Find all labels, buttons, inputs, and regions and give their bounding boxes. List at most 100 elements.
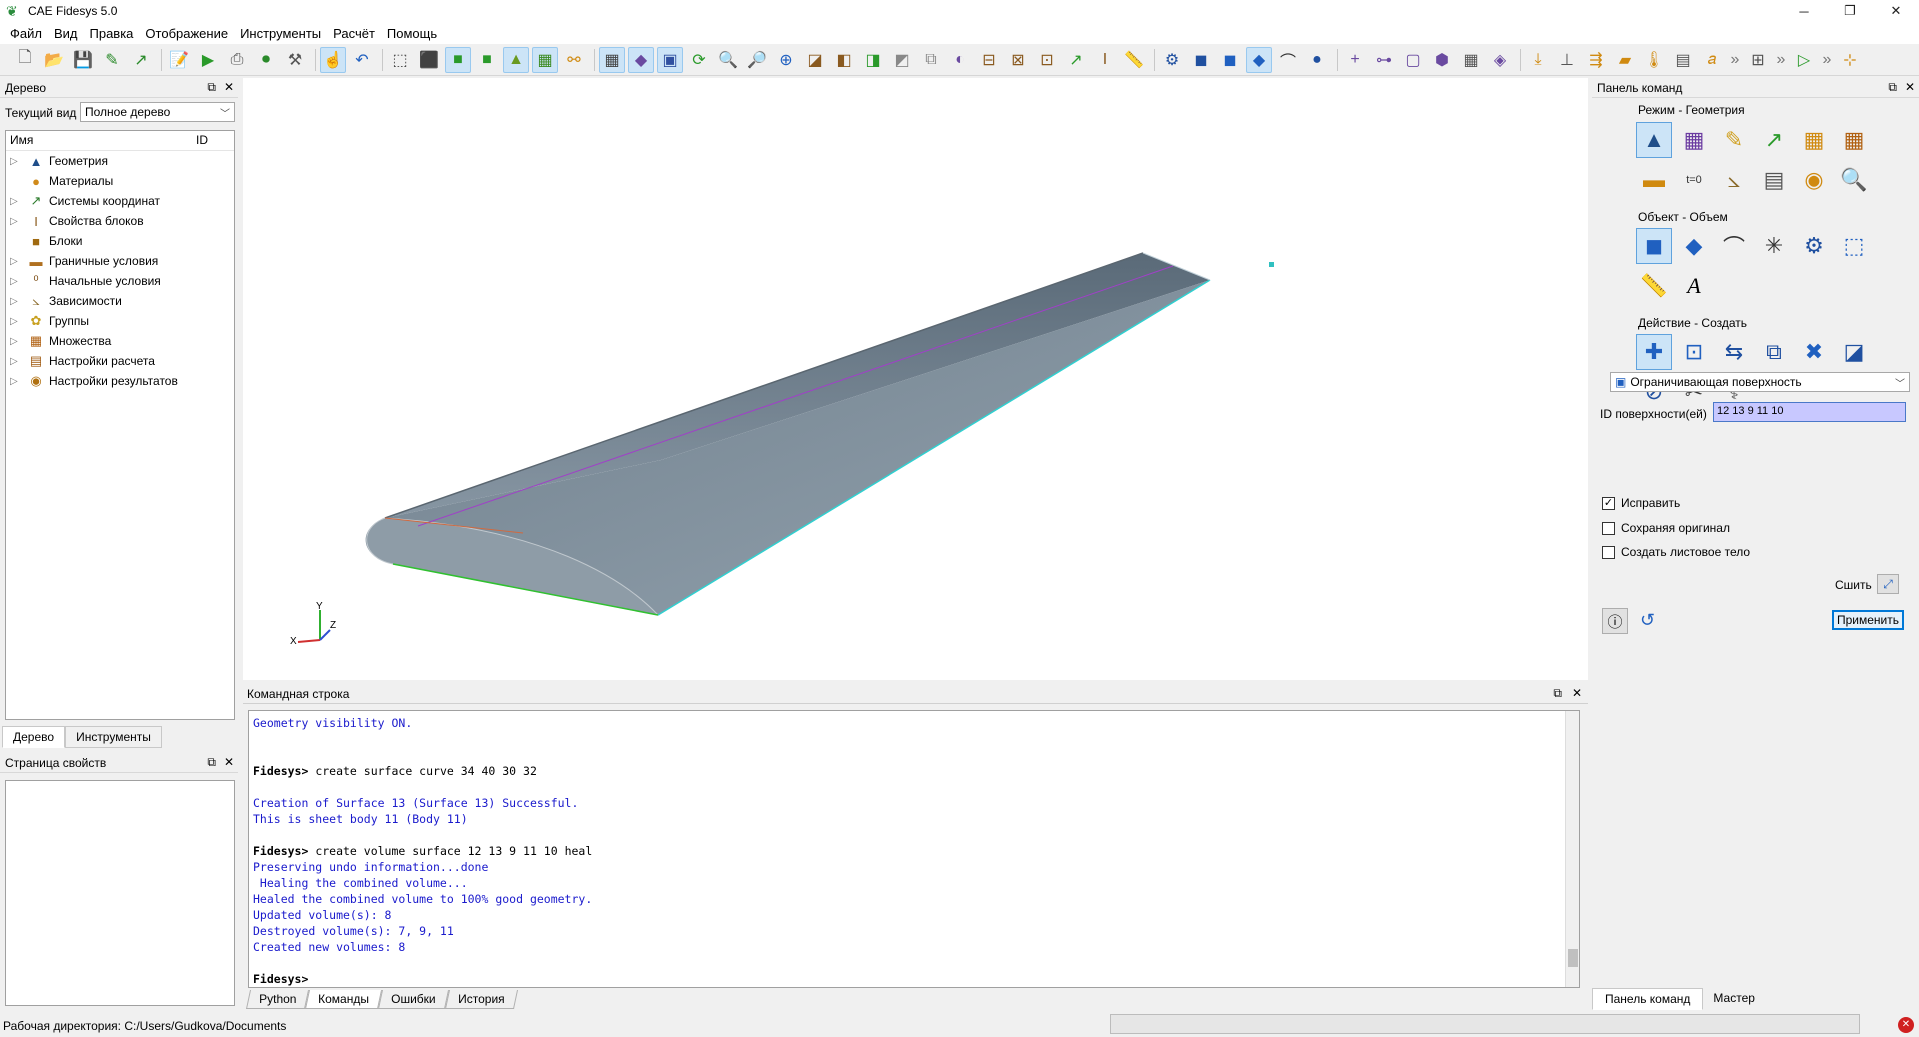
float-icon[interactable]: ⧉ [207, 755, 216, 770]
temperature-icon[interactable]: 🌡 [1641, 47, 1667, 73]
keep-original-checkbox[interactable]: Сохраняя оригинал [1602, 521, 1730, 535]
zoom-in-icon[interactable]: 🔍 [715, 47, 741, 73]
save-as-icon[interactable]: ✎ [99, 47, 125, 73]
edge-icon[interactable]: ⊶ [1371, 47, 1397, 73]
element-icon[interactable]: ⬢ [1429, 47, 1455, 73]
tree-item[interactable]: ▷ ⁰ Начальные условия [6, 271, 234, 291]
reset-icon[interactable]: ↺ [1640, 610, 1655, 631]
minimize-button[interactable]: ─ [1781, 0, 1827, 22]
text-object-icon[interactable]: A [1676, 268, 1712, 304]
open-file-icon[interactable]: 📂 [41, 47, 67, 73]
tree-item[interactable]: ● Материалы [6, 171, 234, 191]
current-view-select[interactable]: Полное дерево ﹀ [80, 102, 235, 122]
create-icon[interactable]: ✚ [1636, 334, 1672, 370]
expand-arrow-icon[interactable]: ▷ [10, 216, 22, 227]
tools-icon[interactable]: ⚒ [282, 47, 308, 73]
delete-icon[interactable]: ✖ [1796, 334, 1832, 370]
expand-arrow-icon[interactable]: ▷ [10, 376, 22, 387]
side-view-icon[interactable]: ◩ [889, 47, 915, 73]
shaded-cube-icon[interactable]: ■ [445, 46, 471, 73]
column-name[interactable]: Имя [10, 133, 33, 148]
tree-view[interactable]: Имя ID ▷ ▲ Геометрия ● Материалы ▷ ↗ Системы ко… [5, 130, 235, 720]
menu-edit[interactable]: Правка [84, 26, 140, 41]
box-icon[interactable]: ⊡ [1034, 47, 1060, 73]
restore-button[interactable]: ❐ [1827, 0, 1873, 22]
hidden-line-icon[interactable]: ⬛ [416, 47, 442, 73]
sheet-body-checkbox[interactable]: Создать листовое тело [1602, 545, 1750, 559]
column-id[interactable]: ID [196, 133, 208, 148]
formula-icon[interactable]: 𝑎 [1699, 47, 1725, 73]
cross-section-icon[interactable]: ⊠ [1005, 47, 1031, 73]
vertex-object-icon[interactable]: ✳ [1756, 228, 1792, 264]
view-4-icon[interactable]: ⧉ [918, 47, 944, 73]
volume-object-icon[interactable]: ◼ [1636, 228, 1672, 264]
export-icon[interactable]: ↗ [128, 47, 154, 73]
tree-item[interactable]: ■ Блоки [6, 231, 234, 251]
measure-object-icon[interactable]: 📏 [1636, 268, 1672, 304]
float-icon[interactable]: ⧉ [1888, 80, 1897, 95]
expand-arrow-icon[interactable]: ▷ [10, 156, 22, 167]
load-icon[interactable]: ⤓ [1525, 47, 1551, 73]
group-object-icon[interactable]: ⚙ [1796, 228, 1832, 264]
tab-errors[interactable]: Ошибки [378, 990, 449, 1009]
curve-icon[interactable]: ⌒ [1275, 47, 1301, 73]
close-icon[interactable]: ✕ [1905, 80, 1915, 95]
menu-calculation[interactable]: Расчёт [327, 26, 381, 41]
surface-ids-input[interactable]: 12 13 9 11 10 [1713, 402, 1906, 422]
mesh-cube-icon[interactable]: ▦ [532, 46, 558, 73]
expand-arrow-icon[interactable]: ▷ [10, 316, 22, 327]
checkbox-box[interactable] [1602, 545, 1615, 559]
tab-python[interactable]: Python [245, 990, 310, 1009]
tab-commands[interactable]: Команды [305, 990, 383, 1009]
graphics-viewport[interactable]: Y X Z [243, 78, 1588, 680]
menu-tools[interactable]: Инструменты [234, 26, 327, 41]
pressure-icon[interactable]: ⇶ [1583, 47, 1609, 73]
close-icon[interactable]: ✕ [224, 755, 234, 770]
tab-history[interactable]: История [444, 990, 518, 1009]
results-mode-icon[interactable]: ◉ [1796, 162, 1832, 198]
wing-model[interactable] [243, 78, 1588, 680]
select-icon[interactable]: ☝ [320, 46, 346, 73]
close-button[interactable]: ✕ [1873, 0, 1919, 22]
surface-object-icon[interactable]: ◆ [1676, 228, 1712, 264]
volume-create-type-select[interactable]: ▣ Ограничивающая поверхность ﹀ [1610, 372, 1910, 392]
rotate-view-icon[interactable]: ⊕ [773, 47, 799, 73]
command-console[interactable]: Geometry visibility ON. Fidesys> create s… [248, 710, 1580, 988]
more-tools-2-icon[interactable]: » [1774, 47, 1788, 73]
vertex-icon[interactable]: ● [1304, 47, 1330, 73]
script-icon[interactable]: 📝 [166, 47, 192, 73]
modify-icon[interactable]: ⊡ [1676, 334, 1712, 370]
calc-mode-icon[interactable]: ▤ [1756, 162, 1792, 198]
bc-mode-icon[interactable]: ▬ [1636, 162, 1672, 198]
front-view-icon[interactable]: ◧ [831, 47, 857, 73]
tree-item[interactable]: ▷ ✿ Группы [6, 311, 234, 331]
beam-icon[interactable]: I [1092, 47, 1118, 73]
iso-view-icon[interactable]: ◪ [802, 47, 828, 73]
view-results-mode-icon[interactable]: 🔍 [1836, 162, 1872, 198]
close-icon[interactable]: ✕ [224, 80, 234, 95]
node-plus-icon[interactable]: + [1342, 47, 1368, 73]
axes-icon[interactable]: ↗ [1063, 47, 1089, 73]
more-tools-3-icon[interactable]: » [1820, 47, 1834, 73]
undo-icon[interactable]: ↶ [349, 47, 375, 73]
shaded-green-icon[interactable]: ■ [474, 47, 500, 73]
boolean-icon[interactable]: ◪ [1836, 334, 1872, 370]
console-scrollbar[interactable] [1565, 711, 1579, 987]
heal-checkbox[interactable]: ✓ Исправить [1602, 496, 1680, 510]
material-mode-icon[interactable]: ✎ [1716, 122, 1752, 158]
error-indicator-icon[interactable]: ✕ [1898, 1017, 1914, 1033]
sphere-view-icon[interactable]: ◐ [947, 47, 973, 73]
checkbox-box[interactable] [1602, 521, 1615, 535]
distributed-load-icon[interactable]: ▰ [1612, 47, 1638, 73]
cube-select-icon[interactable]: ◆ [628, 46, 654, 73]
stitch-button[interactable]: ⤢ [1877, 574, 1899, 594]
mesh-settings-icon[interactable]: ⊞ [1745, 47, 1771, 73]
tab-tree[interactable]: Дерево [2, 726, 66, 748]
hex-icon[interactable]: ◈ [1487, 47, 1513, 73]
geometry-mode-icon[interactable]: ▲ [1636, 122, 1672, 158]
transform-icon[interactable]: ⇆ [1716, 334, 1752, 370]
scrollbar-thumb[interactable] [1568, 949, 1578, 967]
close-icon[interactable]: ✕ [1572, 686, 1582, 701]
run-icon[interactable]: ▷ [1791, 47, 1817, 73]
window-select-icon[interactable]: ▣ [657, 46, 683, 73]
